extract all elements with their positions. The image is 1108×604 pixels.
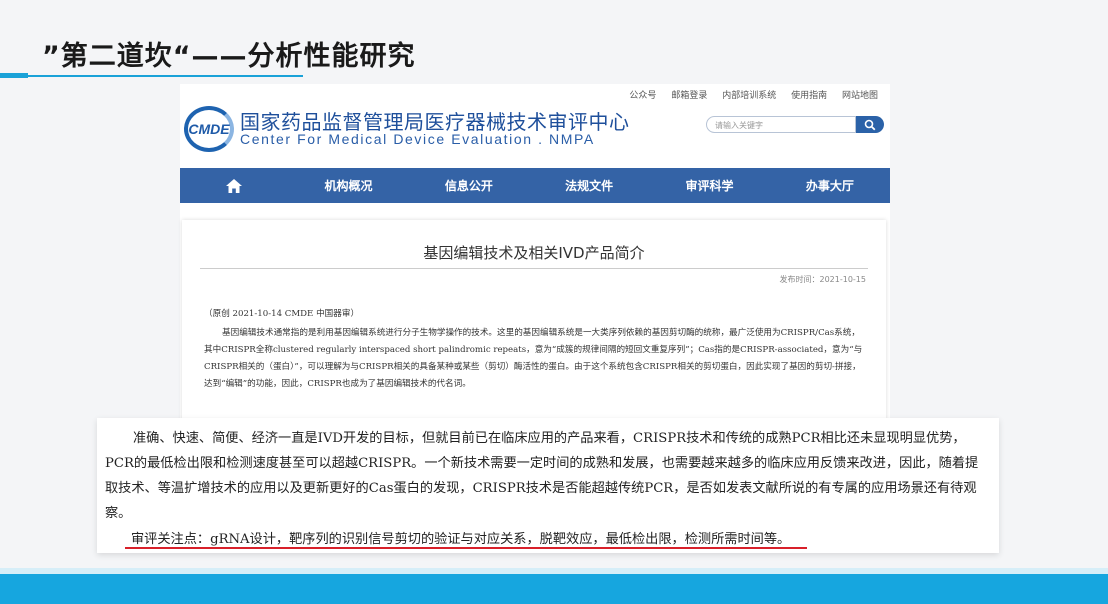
- article-date: 发布时间：2021-10-15: [779, 275, 867, 284]
- nav-item-services[interactable]: 办事大厅: [770, 168, 890, 203]
- top-link-sitemap[interactable]: 网站地图: [842, 91, 878, 101]
- top-link-mail[interactable]: 邮箱登录: [671, 91, 707, 101]
- article-card: 基因编辑技术及相关IVD产品简介 发布时间：2021-10-15 （原创 202…: [182, 220, 886, 426]
- nav-item-science[interactable]: 审评科学: [649, 168, 769, 203]
- review-focus-text: 审评关注点：gRNA设计，靶序列的识别信号剪切的验证与对应关系，脱靶效应，最低检…: [131, 532, 791, 547]
- article-paragraph: 基因编辑技术通常指的是利用基因编辑系统进行分子生物学操作的技术。这里的基因编辑系…: [204, 328, 863, 389]
- article-body: （原创 2021-10-14 CMDE 中国器审） 基因编辑技术通常指的是利用基…: [204, 306, 866, 393]
- article-title: 基因编辑技术及相关IVD产品简介: [423, 244, 645, 262]
- org-name-en: Center For Medical Device Evaluation . N…: [240, 131, 595, 147]
- top-link-training[interactable]: 内部培训系统: [722, 91, 776, 101]
- logo-text: CMDE: [188, 121, 230, 137]
- nav-item-info[interactable]: 信息公开: [409, 168, 529, 203]
- top-link-wechat[interactable]: 公众号: [629, 91, 656, 101]
- red-underline: [125, 547, 807, 549]
- search-icon: [864, 119, 876, 130]
- cmde-logo: CMDE: [184, 106, 234, 152]
- title-accent-bar: [0, 73, 28, 78]
- article-divider: [200, 268, 868, 269]
- website-screenshot: 公众号 邮箱登录 内部培训系统 使用指南 网站地图 CMDE 国家药品监督管理局…: [180, 84, 890, 426]
- search-input[interactable]: 请输入关键字: [706, 116, 856, 133]
- footer-band: [0, 574, 1108, 604]
- callout-paragraph: 准确、快速、简便、经济一直是IVD开发的目标，但就目前已在临床应用的产品来看，C…: [105, 431, 979, 521]
- nav-item-about[interactable]: 机构概况: [288, 168, 408, 203]
- nav-home[interactable]: [180, 168, 288, 203]
- callout-box: 准确、快速、简便、经济一直是IVD开发的目标，但就目前已在临床应用的产品来看，C…: [97, 418, 999, 553]
- top-link-guide[interactable]: 使用指南: [791, 91, 827, 101]
- title-underline: [28, 75, 303, 77]
- slide-title: ”第二道坎“——分析性能研究: [42, 41, 416, 72]
- top-links: 公众号 邮箱登录 内部培训系统 使用指南 网站地图: [617, 88, 878, 101]
- article-source: （原创 2021-10-14 CMDE 中国器审）: [204, 309, 360, 319]
- nav-item-regulations[interactable]: 法规文件: [529, 168, 649, 203]
- home-icon: [226, 178, 243, 193]
- main-nav: 机构概况 信息公开 法规文件 审评科学 办事大厅: [180, 168, 890, 203]
- search-button[interactable]: [856, 116, 884, 133]
